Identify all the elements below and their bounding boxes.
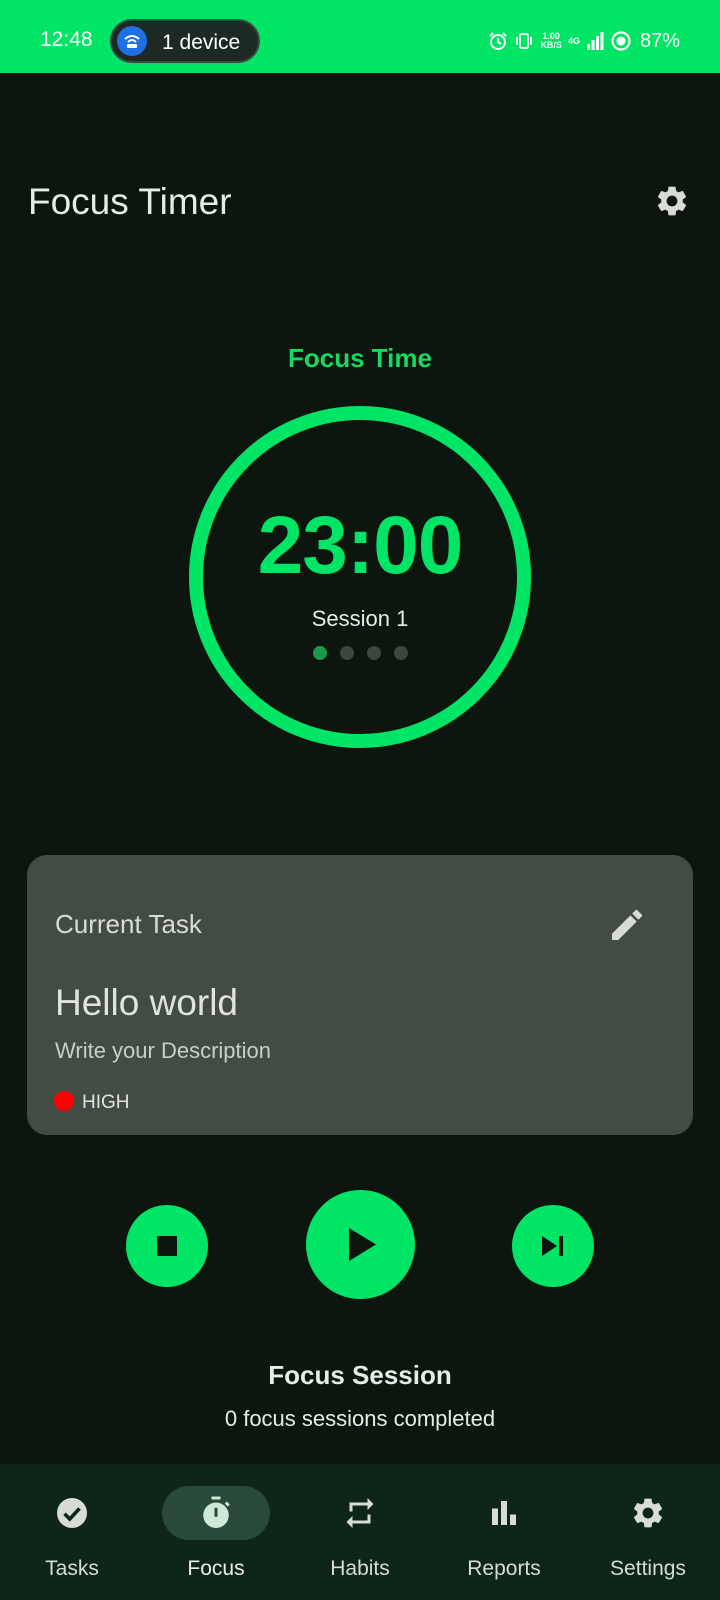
priority-label: HIGH xyxy=(82,1092,130,1113)
nav-item-focus[interactable]: Focus xyxy=(144,1464,288,1600)
check-circle-icon xyxy=(57,1498,87,1528)
nav-item-habits[interactable]: Habits xyxy=(288,1464,432,1600)
timer-countdown: 23:00 xyxy=(257,500,464,591)
focus-timer-screen: 12:48 1 device 1.00 KB/S 4G 87% Focus Ti… xyxy=(0,0,720,1600)
session-dot xyxy=(313,646,327,660)
skip-next-icon xyxy=(542,1236,563,1256)
session-dot xyxy=(367,646,381,660)
nav-label-settings: Settings xyxy=(610,1557,686,1580)
nav-label-tasks: Tasks xyxy=(45,1557,99,1580)
network-type: 4G xyxy=(567,36,580,46)
timer-mode-label: Focus Time xyxy=(287,343,432,373)
stop-icon xyxy=(157,1236,177,1256)
stop-button[interactable] xyxy=(126,1205,208,1287)
edit-task-button[interactable] xyxy=(607,905,647,945)
task-title: Hello world xyxy=(55,982,239,1023)
hotspot-icon xyxy=(117,26,147,56)
session-label: Session 1 xyxy=(311,606,409,631)
vibrate-icon xyxy=(516,33,533,49)
gear-icon xyxy=(657,186,687,216)
stopwatch-icon xyxy=(203,1496,230,1528)
session-indicator xyxy=(313,646,413,660)
sessions-completed-text: 0 focus sessions completed xyxy=(224,1406,496,1431)
nav-item-reports[interactable]: Reports xyxy=(432,1464,576,1600)
task-description: Write your Description xyxy=(55,1038,271,1063)
cast-device-chip[interactable]: 1 device xyxy=(110,19,260,63)
signal-icon xyxy=(586,32,604,50)
alarm-icon xyxy=(489,32,508,50)
battery-percentage: 87% xyxy=(639,29,680,52)
bar-chart-icon xyxy=(492,1501,516,1525)
battery-saver-icon xyxy=(611,31,631,51)
page-title: Focus Timer xyxy=(28,181,232,222)
priority-indicator xyxy=(54,1091,74,1111)
repeat-icon xyxy=(346,1498,374,1528)
session-dot xyxy=(340,646,354,660)
network-speed: 1.00 KB/S xyxy=(540,31,562,50)
nav-item-tasks[interactable]: Tasks xyxy=(0,1464,144,1600)
nav-label-habits: Habits xyxy=(330,1557,390,1580)
current-task-label: Current Task xyxy=(55,909,202,939)
focus-session-heading: Focus Session xyxy=(268,1360,452,1390)
play-icon xyxy=(349,1228,376,1261)
gear-icon xyxy=(633,1498,663,1528)
nav-label-reports: Reports xyxy=(467,1557,541,1580)
current-task-card[interactable]: Current Task Hello world Write your Desc… xyxy=(27,855,693,1135)
status-time: 12:48 xyxy=(40,28,93,51)
session-dot xyxy=(394,646,408,660)
cast-device-label: 1 device xyxy=(162,31,241,54)
settings-button[interactable] xyxy=(654,183,690,219)
nav-item-settings[interactable]: Settings xyxy=(576,1464,720,1600)
skip-button[interactable] xyxy=(512,1205,594,1287)
status-icons: 1.00 KB/S 4G 87% xyxy=(488,27,680,55)
nav-label-focus: Focus xyxy=(187,1557,245,1580)
status-bar: 12:48 1 device 1.00 KB/S 4G 87% xyxy=(0,0,720,73)
play-button[interactable] xyxy=(306,1190,415,1299)
bottom-navigation: Tasks Focus Habits Reports Settings xyxy=(0,1464,720,1600)
pencil-icon xyxy=(612,909,643,940)
